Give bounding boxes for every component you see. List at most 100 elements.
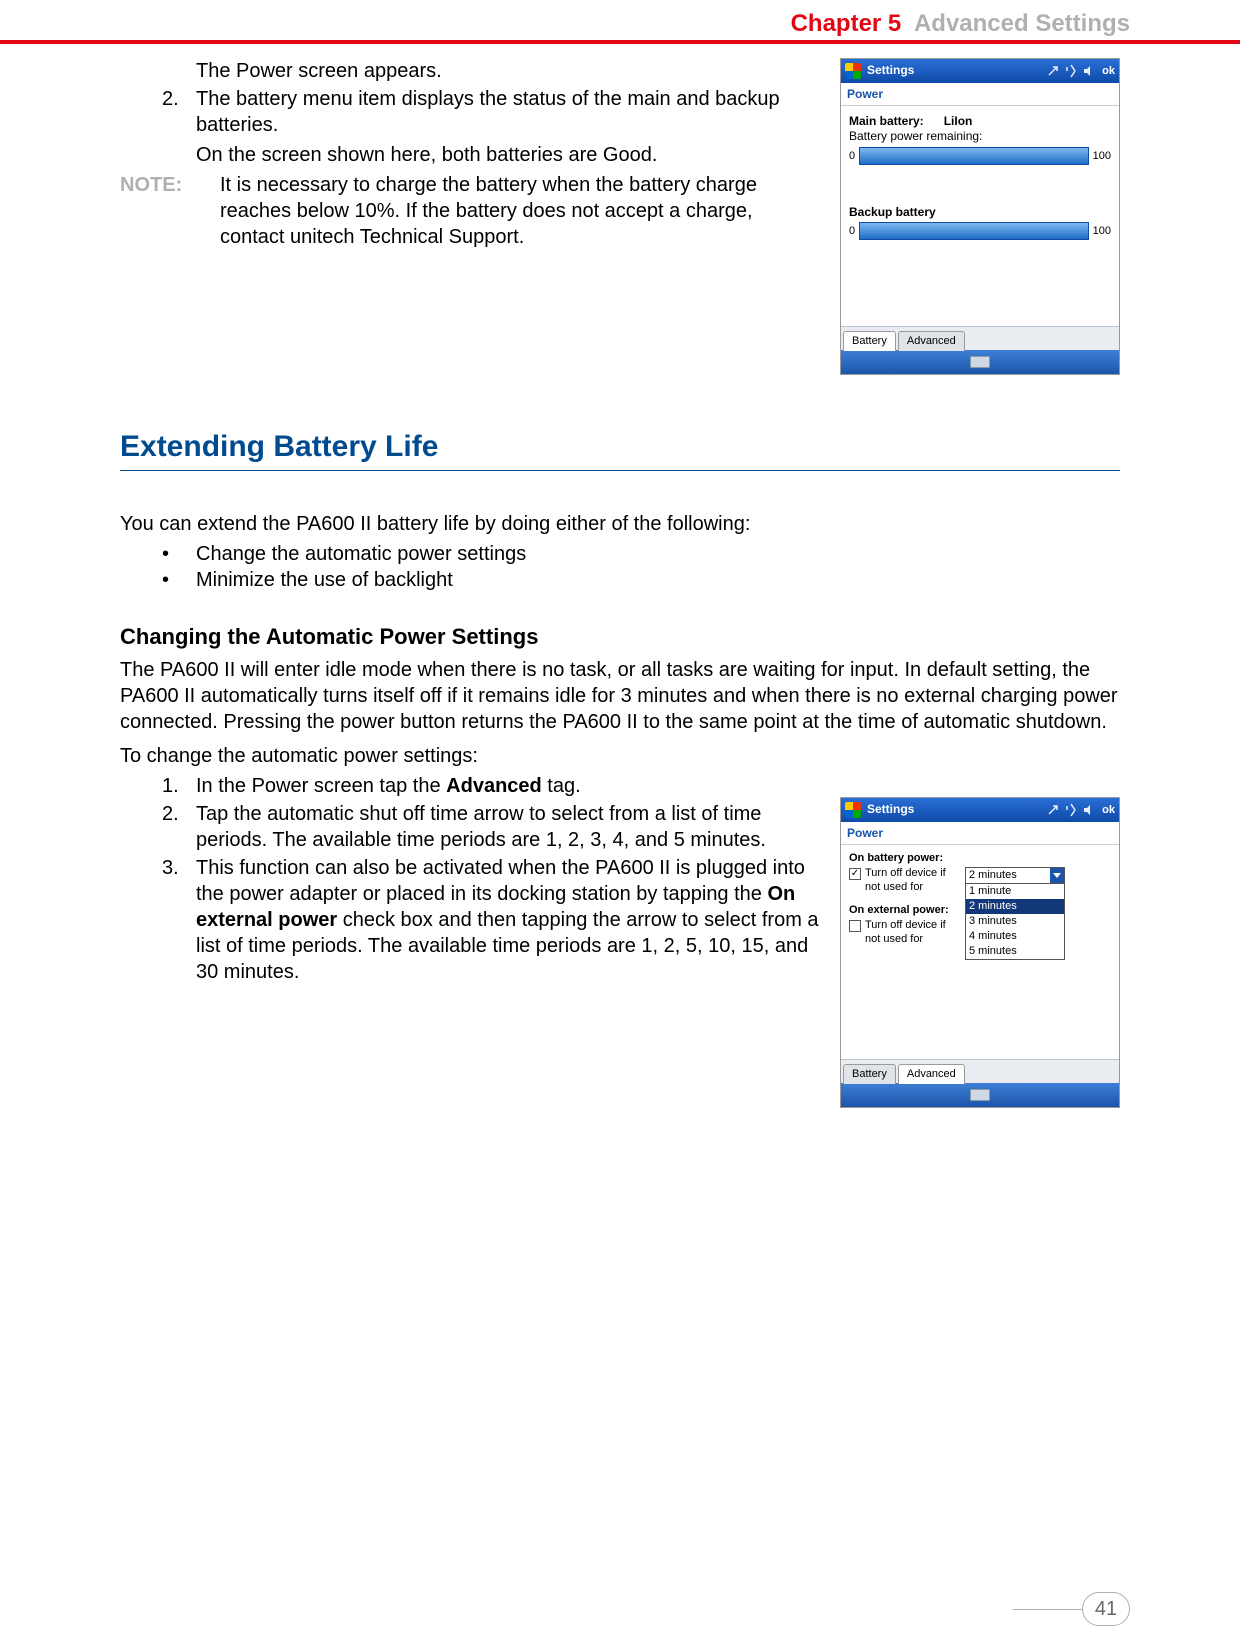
on-battery-block: On battery power: ✓ Turn off device if n… [849, 851, 1111, 895]
dropdown-option[interactable]: 1 minute [966, 884, 1064, 899]
screenshot-power-advanced: Settings ok Power On battery power: ✓ Tu… [840, 797, 1120, 1108]
note-text: It is necessary to charge the battery wh… [220, 172, 822, 250]
screen-title: Power [841, 83, 1119, 106]
tab-bar: Battery Advanced [841, 326, 1119, 350]
header-rule [0, 40, 1240, 44]
bullet-2: • Minimize the use of backlight [162, 567, 1120, 593]
time-dropdown-wrap: 2 minutes 1 minute 2 minutes 3 minutes 4… [965, 867, 1065, 884]
dropdown-value: 2 minutes [969, 868, 1017, 882]
windows-flag-icon [845, 63, 861, 79]
signal-icon[interactable] [1064, 803, 1078, 817]
note-block: NOTE: It is necessary to charge the batt… [120, 172, 822, 250]
backup-battery-bar [859, 222, 1089, 240]
dropdown-option[interactable]: 5 minutes [966, 944, 1064, 959]
tab-battery[interactable]: Battery [843, 1064, 896, 1083]
ok-button[interactable]: ok [1102, 803, 1115, 817]
main-battery-type: LiIon [944, 114, 973, 128]
bar-max-2: 100 [1093, 224, 1111, 238]
section-rule [120, 470, 1120, 471]
subsection-para-1: The PA600 II will enter idle mode when t… [120, 657, 1120, 735]
step-text: In the Power screen tap the Advanced tag… [196, 773, 822, 799]
power-screen-appears: The Power screen appears. [196, 58, 822, 84]
dropdown-option-selected[interactable]: 2 minutes [966, 899, 1064, 914]
bar-min: 0 [849, 149, 855, 163]
bullet-marker: • [162, 541, 196, 567]
chevron-down-icon[interactable] [1050, 868, 1064, 883]
screenshot-power-battery: Settings ok Power Main battery: LiIon Ba… [840, 58, 1120, 375]
on-battery-checkbox[interactable]: ✓ [849, 868, 861, 880]
on-external-text: Turn off device if not used for [865, 919, 961, 947]
main-battery-sub: Battery power remaining: [849, 129, 1111, 145]
steps-row: 1. In the Power screen tap the Advanced … [120, 773, 1120, 1108]
on-battery-title: On battery power: [849, 851, 1111, 865]
backup-battery-bar-row: 0 100 [849, 222, 1111, 240]
titlebar-text: Settings [867, 802, 914, 818]
windows-flag-icon [845, 802, 861, 818]
titlebar: Settings ok [841, 798, 1119, 822]
step-2: 2. The battery menu item displays the st… [162, 86, 822, 138]
adv-step-2: 2. Tap the automatic shut off time arrow… [162, 801, 822, 853]
connectivity-icon[interactable] [1046, 803, 1060, 817]
step-number: 2. [162, 86, 196, 138]
page-number: 41 [1082, 1592, 1130, 1626]
footer-bar [841, 1083, 1119, 1107]
main-battery-label: Main battery: [849, 114, 924, 128]
bullet-text: Change the automatic power settings [196, 541, 526, 567]
top-row: The Power screen appears. 2. The battery… [120, 58, 1120, 375]
bar-max: 100 [1093, 149, 1111, 163]
subsection-para-2: To change the automatic power settings: [120, 743, 1120, 769]
chapter-title: Advanced Settings [914, 10, 1130, 37]
keyboard-icon[interactable] [970, 1089, 990, 1101]
steps-text-column: 1. In the Power screen tap the Advanced … [120, 773, 822, 1108]
on-battery-row: ✓ Turn off device if not used for 2 minu… [849, 867, 1111, 895]
tab-bar: Battery Advanced [841, 1059, 1119, 1083]
screen-body: On battery power: ✓ Turn off device if n… [841, 845, 1119, 1059]
top-text-column: The Power screen appears. 2. The battery… [120, 58, 822, 375]
section-intro: You can extend the PA600 II battery life… [120, 511, 1120, 537]
footer-bar [841, 350, 1119, 374]
dropdown-option[interactable]: 3 minutes [966, 914, 1064, 929]
bullet-text: Minimize the use of backlight [196, 567, 453, 593]
keyboard-icon[interactable] [970, 356, 990, 368]
speaker-icon[interactable] [1082, 64, 1096, 78]
titlebar-text: Settings [867, 63, 914, 79]
note-label: NOTE: [120, 172, 220, 250]
screen-body: Main battery: LiIon Battery power remain… [841, 106, 1119, 326]
screen-title: Power [841, 822, 1119, 845]
chapter-label: Chapter 5 [791, 10, 902, 37]
adv-step-3: 3. This function can also be activated w… [162, 855, 822, 985]
step-text: The battery menu item displays the statu… [196, 86, 822, 138]
tab-advanced[interactable]: Advanced [898, 331, 965, 350]
subsection-title: Changing the Automatic Power Settings [120, 623, 1120, 652]
main-battery-bar-row: 0 100 [849, 147, 1111, 165]
connectivity-icon[interactable] [1046, 64, 1060, 78]
on-battery-text: Turn off device if not used for [865, 867, 961, 895]
step-2-sub: On the screen shown here, both batteries… [196, 142, 822, 168]
dropdown-option[interactable]: 4 minutes [966, 929, 1064, 944]
step-text: This function can also be activated when… [196, 855, 822, 985]
titlebar: Settings ok [841, 59, 1119, 83]
speaker-icon[interactable] [1082, 803, 1096, 817]
adv-step-1: 1. In the Power screen tap the Advanced … [162, 773, 822, 799]
backup-battery-row: Backup battery [849, 205, 1111, 221]
ok-button[interactable]: ok [1102, 64, 1115, 78]
tab-advanced[interactable]: Advanced [898, 1064, 965, 1083]
bullet-marker: • [162, 567, 196, 593]
page-content: The Power screen appears. 2. The battery… [120, 58, 1120, 1108]
step-number: 2. [162, 801, 196, 853]
bullet-1: • Change the automatic power settings [162, 541, 1120, 567]
section-title: Extending Battery Life [120, 427, 1120, 466]
time-dropdown[interactable]: 2 minutes [965, 867, 1065, 884]
tab-battery[interactable]: Battery [843, 331, 896, 350]
backup-battery-label: Backup battery [849, 205, 936, 219]
bar-min-2: 0 [849, 224, 855, 238]
step-number: 1. [162, 773, 196, 799]
main-battery-bar [859, 147, 1089, 165]
page-header: Chapter 5 Advanced Settings [0, 8, 1240, 39]
signal-icon[interactable] [1064, 64, 1078, 78]
main-battery-row: Main battery: LiIon [849, 114, 1111, 130]
time-dropdown-list: 1 minute 2 minutes 3 minutes 4 minutes 5… [965, 883, 1065, 960]
step-text: Tap the automatic shut off time arrow to… [196, 801, 822, 853]
on-external-checkbox[interactable] [849, 920, 861, 932]
step-number: 3. [162, 855, 196, 985]
